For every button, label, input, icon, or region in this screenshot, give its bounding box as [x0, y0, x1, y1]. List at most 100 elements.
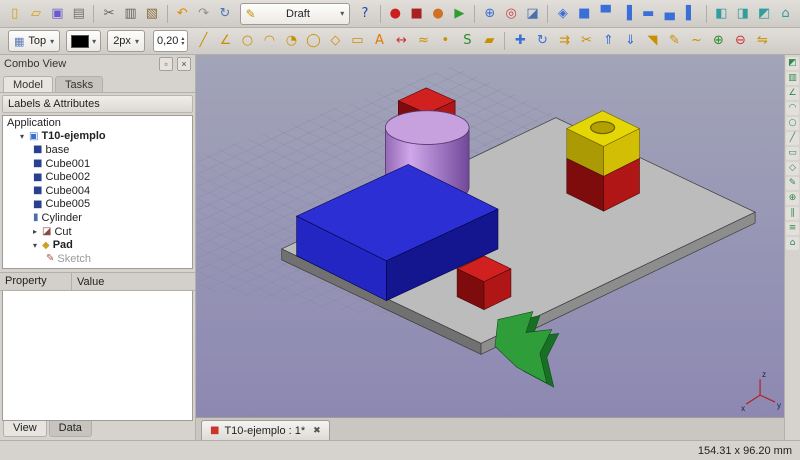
add-point-button[interactable]: ⊕	[786, 192, 799, 205]
undo-button[interactable]: ↶	[173, 4, 192, 24]
rectangle-tool-button[interactable]: ▭	[786, 147, 799, 160]
tab-data[interactable]: Data	[49, 421, 92, 437]
angle-snap-button[interactable]: ∠	[786, 87, 799, 100]
workbench-selector[interactable]: ✎ Draft ▾	[240, 3, 351, 25]
draft-downgrade-button[interactable]: ⇓	[620, 31, 640, 51]
macro-execute-button[interactable]: ▶	[450, 4, 469, 24]
print-button[interactable]: ▤	[69, 4, 88, 24]
tree-item-cube001[interactable]: ■ Cube001	[3, 157, 192, 171]
tree-item-sketch[interactable]: ✎ Sketch	[3, 252, 192, 266]
labels-attributes-header[interactable]: Labels & Attributes	[2, 95, 193, 113]
view-axonometric-button[interactable]: ◈	[553, 4, 572, 24]
draft-ellipse-button[interactable]: ◯	[303, 31, 323, 51]
arc-tool-button[interactable]: ◠	[786, 102, 799, 115]
view-isometric-button[interactable]: ◧	[712, 4, 731, 24]
spin-down-icon[interactable]: ▾	[181, 41, 184, 46]
property-column-header[interactable]: Property	[0, 273, 72, 290]
tree-item-base[interactable]: ■ base	[3, 143, 192, 157]
tree-item-pad[interactable]: ▾ ◆ Pad	[3, 238, 192, 252]
expand-arrow-icon[interactable]: ▾	[33, 241, 42, 250]
tab-view[interactable]: View	[3, 421, 47, 437]
yellow-red-tower[interactable]	[567, 111, 640, 211]
draft-polyline-button[interactable]: ∠	[215, 31, 235, 51]
draft-edit-button[interactable]: ✎	[664, 31, 684, 51]
tree-item-cylinder[interactable]: ▮ Cylinder	[3, 211, 192, 225]
home-view-button[interactable]: ⌂	[786, 237, 799, 250]
value-column-header[interactable]: Value	[72, 276, 195, 288]
draw-style-button[interactable]: ◪	[523, 4, 542, 24]
paste-button[interactable]: ▧	[142, 4, 161, 24]
tree-item-t10-ejemplo[interactable]: ▾ ▣ T10-ejemplo	[3, 130, 192, 144]
draft-scale-button[interactable]: ◥	[642, 31, 662, 51]
draft-offset-button[interactable]: ⇉	[554, 31, 574, 51]
draft-arc-button[interactable]: ◠	[259, 31, 279, 51]
view-right-button[interactable]: ▐	[617, 4, 636, 24]
draft-line-button[interactable]: ╱	[193, 31, 213, 51]
tree-item-cut[interactable]: ▸ ◪ Cut	[3, 225, 192, 239]
draft-bspline-button[interactable]: ≈	[413, 31, 433, 51]
draft-text-button[interactable]: A	[369, 31, 389, 51]
zoom-in-button[interactable]: ⊕	[480, 4, 499, 24]
parallel-constraint-button[interactable]: ∥	[786, 207, 799, 220]
line-tool-button[interactable]: ╱	[786, 132, 799, 145]
tab-tasks[interactable]: Tasks	[55, 76, 103, 92]
draft-move-button[interactable]: ✚	[510, 31, 530, 51]
polygon-tool-button[interactable]: ◇	[786, 162, 799, 175]
edit-mode-button[interactable]: ✎	[786, 177, 799, 190]
texture-view-button[interactable]: ▥	[786, 72, 799, 85]
cut-button[interactable]: ✂	[99, 4, 118, 24]
working-plane-combo[interactable]: ▦ Top ▾	[8, 30, 60, 52]
tree-item-cube005[interactable]: ■ Cube005	[3, 198, 192, 212]
view-home-button[interactable]: ⌂	[776, 4, 795, 24]
draft-polygon-button[interactable]: ◇	[325, 31, 345, 51]
macro-pause-button[interactable]: ●	[428, 4, 447, 24]
tree-item-cube004[interactable]: ■ Cube004	[3, 184, 192, 198]
view-bottom-button[interactable]: ▄	[660, 4, 679, 24]
macro-stop-button[interactable]: ■	[407, 4, 426, 24]
whats-this-button[interactable]: ?	[355, 4, 374, 24]
fit-all-button[interactable]: ◎	[501, 4, 520, 24]
float-panel-icon[interactable]: ▫	[159, 57, 173, 71]
viewport-3d[interactable]: x y z	[196, 55, 784, 417]
draft-circle-button[interactable]: ○	[237, 31, 257, 51]
view-rear-button[interactable]: ▬	[639, 4, 658, 24]
view-trimetric-button[interactable]: ◩	[754, 4, 773, 24]
draft-facebinder-button[interactable]: ▰	[479, 31, 499, 51]
document-save-button[interactable]: ▣	[48, 4, 67, 24]
close-tab-icon[interactable]: ✖	[313, 426, 321, 436]
spinner-arrows[interactable]: ▴▾	[181, 36, 184, 46]
draft-arc-3points-button[interactable]: ◔	[281, 31, 301, 51]
close-panel-icon[interactable]: ×	[177, 57, 191, 71]
document-new-button[interactable]: ▯	[5, 4, 24, 24]
draft-wire-to-bspline-button[interactable]: ~	[686, 31, 706, 51]
draft-point-button[interactable]: •	[435, 31, 455, 51]
expand-arrow-icon[interactable]: ▸	[33, 227, 42, 236]
tree-item-cube002[interactable]: ■ Cube002	[3, 170, 192, 184]
view-left-button[interactable]: ▌	[681, 4, 700, 24]
copy-button[interactable]: ▥	[121, 4, 140, 24]
draft-delete-point-button[interactable]: ⊖	[730, 31, 750, 51]
refresh-button[interactable]: ↻	[215, 4, 234, 24]
view-front-button[interactable]: ■	[575, 4, 594, 24]
draft-rotate-button[interactable]: ↻	[532, 31, 552, 51]
line-width-combo[interactable]: 2px ▾	[107, 30, 145, 52]
document-tab[interactable]: ■ T10-ejemplo : 1* ✖	[201, 420, 330, 440]
property-table-body[interactable]	[2, 291, 193, 421]
draft-rectangle-button[interactable]: ▭	[347, 31, 367, 51]
view-dimetric-button[interactable]: ◨	[733, 4, 752, 24]
draft-trim-button[interactable]: ✂	[576, 31, 596, 51]
text-scale-spinner[interactable]: 0,20 ▴▾	[153, 30, 188, 52]
expand-arrow-icon[interactable]: ▾	[20, 132, 29, 141]
draft-upgrade-button[interactable]: ⇑	[598, 31, 618, 51]
menu-more-button[interactable]: ≡	[786, 222, 799, 235]
line-color-picker[interactable]: ▾	[66, 30, 101, 52]
tab-model[interactable]: Model	[3, 76, 53, 92]
3d-view[interactable]: x y z	[196, 55, 784, 417]
tree-item-application[interactable]: Application	[3, 116, 192, 130]
draft-dimension-button[interactable]: ↔	[391, 31, 411, 51]
circle-tool-button[interactable]: ○	[786, 117, 799, 130]
draft-mirror-button[interactable]: ⇋	[752, 31, 772, 51]
clipping-plane-button[interactable]: ◩	[786, 57, 799, 70]
redo-button[interactable]: ↷	[194, 4, 213, 24]
document-open-button[interactable]: ▱	[26, 4, 45, 24]
